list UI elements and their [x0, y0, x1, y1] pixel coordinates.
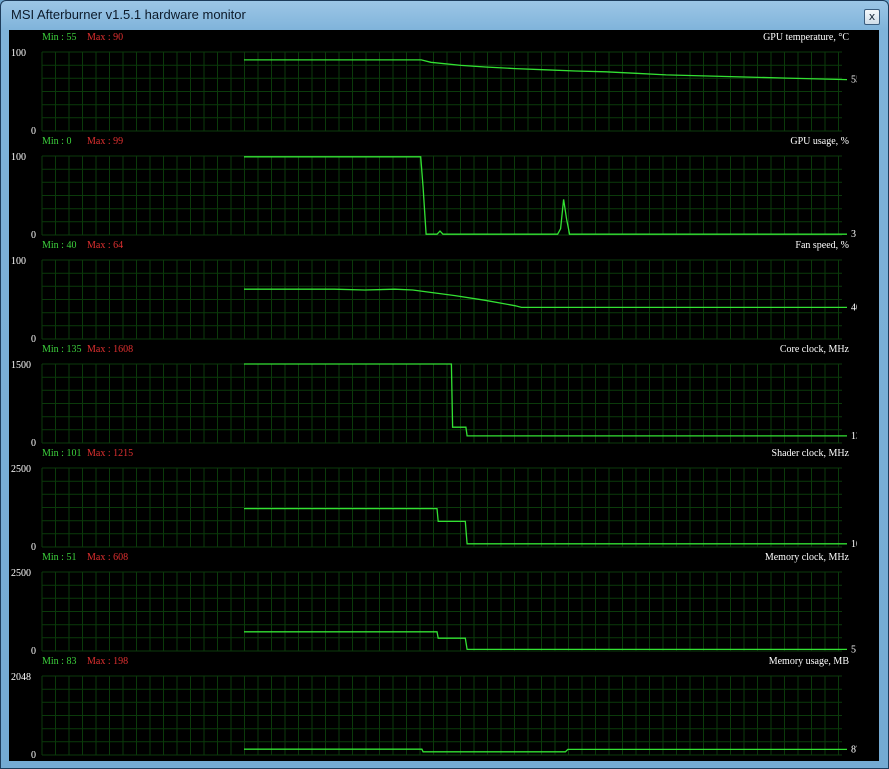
scale-min-label: 0	[31, 438, 36, 449]
data-series-line	[244, 507, 847, 545]
graph-panel-memory-usage: 20480Min : 83Max : 198Memory usage, MB87	[11, 656, 857, 761]
max-value-label: Max : 198	[87, 656, 128, 667]
monitor-scroll-strip[interactable]	[857, 30, 879, 761]
graphs-canvas: 1000Min : 55 Max : 90 GPU temperature, °C5…	[11, 32, 857, 761]
scale-min-label: 0	[31, 750, 36, 761]
graph-title: GPU usage, %	[790, 136, 849, 147]
data-series-line	[244, 748, 847, 753]
graph-title: Fan speed, %	[795, 240, 849, 251]
close-button[interactable]: x	[864, 9, 880, 25]
monitor-graph-area[interactable]: 100 0 Min : 55 Max : 90 GPU temperature, °C 5…	[9, 30, 857, 761]
min-value-label: Min : 0	[42, 136, 71, 147]
graph-panel-shader-clock: 2500 0 Min : 101 Max : 1215 Shader clock, MH…	[11, 448, 857, 553]
scale-min-label: 0	[31, 646, 36, 657]
graph-title: Core clock, MHz	[780, 344, 850, 355]
max-value-label: Max : 64	[87, 240, 123, 251]
scale-min-label: 0	[31, 230, 36, 241]
scale-max-label: 2048	[11, 672, 31, 683]
graph-panel-gpu-temperature: 1000Min : 55 Max : 90 GPU temperature, °C5…	[11, 32, 857, 137]
scale-max-label: 100	[11, 256, 26, 267]
max-value-label: Max : 99	[87, 136, 123, 147]
graph-panel-gpu-usage: 100 0 Min : 0 Max : 99 GPU usage, % 3	[11, 136, 856, 241]
graph-grid	[41, 571, 842, 652]
scale-max-label: 2500	[11, 568, 31, 579]
graph-title: Shader clock, MHz	[772, 448, 850, 459]
data-series-line	[244, 59, 848, 81]
graph-grid	[41, 467, 842, 548]
min-value-label: Min : 55	[42, 32, 76, 43]
graph-panel-memory-clock: 25000Min : 51 Max : 608 Memory clock, MHz5…	[11, 552, 857, 657]
max-value-label: Max : 608	[87, 552, 128, 563]
graph-title: Memory usage, MB	[769, 656, 850, 667]
min-value-label: Min : 40	[42, 240, 76, 251]
title-bar[interactable]: MSI Afterburner v1.5.1 hardware monitor …	[1, 1, 888, 29]
min-value-label: Min : 101	[42, 448, 81, 459]
graph-grid	[41, 259, 842, 340]
max-value-label: Max : 90	[87, 32, 123, 43]
max-value-label: Max : 1215	[87, 448, 133, 459]
graph-title: Memory clock, MHz	[765, 552, 850, 563]
graph-panel-core-clock: 15000Min : 135 Max : 1608 Core clock, MHz1…	[11, 344, 857, 449]
scale-min-label: 0	[31, 334, 36, 345]
data-series-line	[244, 631, 847, 651]
window-title: MSI Afterburner v1.5.1 hardware monitor	[11, 7, 246, 22]
data-series-line	[244, 363, 847, 437]
data-series-line	[244, 288, 847, 309]
scale-max-label: 1500	[11, 360, 31, 371]
min-value-label: Min : 135	[42, 344, 81, 355]
min-value-label: Min : 83	[42, 656, 76, 667]
graph-grid	[41, 363, 842, 444]
graph-grid	[41, 675, 842, 756]
scale-max-label: 2500	[11, 464, 31, 475]
graph-panel-fan-speed: 1000Min : 40Max : 64Fan speed, %40	[11, 240, 857, 345]
current-value-label: 3	[851, 229, 856, 240]
graph-title: GPU temperature, °C	[763, 32, 849, 43]
scale-min-label: 0	[31, 126, 36, 137]
min-value-label: Min : 51	[42, 552, 76, 563]
scale-min-label: 0	[31, 542, 36, 553]
max-value-label: Max : 1608	[87, 344, 133, 355]
scale-max-label: 100	[11, 152, 26, 163]
graph-grid	[41, 155, 842, 236]
scale-max-label: 100	[11, 48, 26, 59]
hardware-monitor-window: MSI Afterburner v1.5.1 hardware monitor …	[0, 0, 889, 769]
